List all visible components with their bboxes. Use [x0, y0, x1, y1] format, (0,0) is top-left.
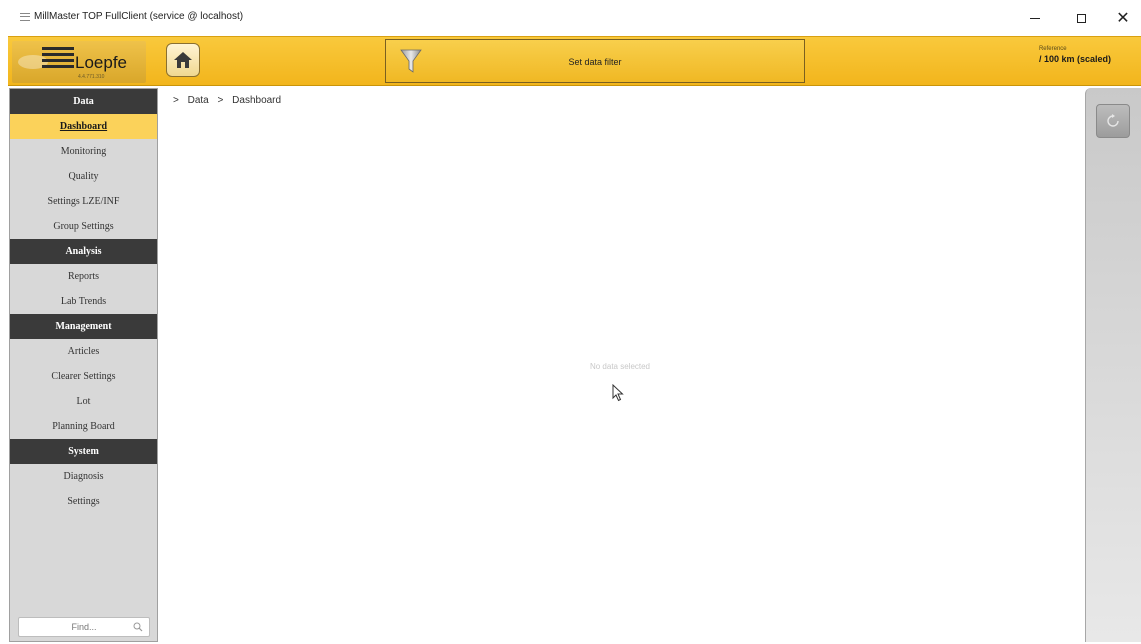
search-icon [133, 622, 143, 632]
nav-item-group-settings[interactable]: Group Settings [10, 214, 157, 239]
brand-name: Loepfe [75, 53, 127, 72]
reference-caption: Reference [1038, 46, 1067, 52]
close-button[interactable]: ✕ [1100, 4, 1141, 32]
home-button[interactable] [166, 43, 200, 77]
version-label: 4.4.771.310 [78, 74, 105, 80]
maximize-button[interactable] [1058, 4, 1104, 32]
breadcrumb-separator: > [217, 95, 224, 106]
sidebar-nav: Data Dashboard Monitoring Quality Settin… [9, 88, 158, 642]
loepfe-logo: Loepfe 4.4.771.310 [12, 41, 146, 83]
right-panel [1085, 88, 1141, 642]
nav-item-articles[interactable]: Articles [10, 339, 157, 364]
reference-display[interactable]: Reference / 100 km (scaled) [1039, 46, 1111, 64]
logo-lines [42, 47, 74, 75]
find-placeholder: Find... [71, 622, 97, 632]
mouse-cursor-icon [612, 384, 624, 402]
minimize-button[interactable] [1012, 4, 1058, 32]
refresh-button[interactable] [1096, 104, 1130, 138]
breadcrumb: > Data > Dashboard [173, 95, 287, 106]
minimize-icon [1030, 17, 1040, 19]
breadcrumb-separator: > [173, 95, 179, 106]
nav-item-clearer-settings[interactable]: Clearer Settings [10, 364, 157, 389]
app-icon [20, 13, 30, 21]
nav-section-data: Data [10, 89, 157, 114]
maximize-icon [1076, 13, 1086, 23]
nav-item-lot[interactable]: Lot [10, 389, 157, 414]
nav-item-settings-lze-inf[interactable]: Settings LZE/INF [10, 189, 157, 214]
set-data-filter-button[interactable]: Set data filter [385, 39, 805, 83]
home-icon [174, 52, 192, 68]
nav-item-settings[interactable]: Settings [10, 489, 157, 514]
nav-item-reports[interactable]: Reports [10, 264, 157, 289]
nav-item-planning-board[interactable]: Planning Board [10, 414, 157, 439]
breadcrumb-item-dashboard: Dashboard [232, 95, 282, 106]
find-input[interactable]: Find... [18, 617, 150, 637]
window-title: MillMaster TOP FullClient (service @ loc… [34, 11, 244, 22]
nav-item-dashboard[interactable]: Dashboard [10, 114, 157, 139]
title-bar: MillMaster TOP FullClient (service @ loc… [0, 0, 1141, 36]
nav-item-monitoring[interactable]: Monitoring [10, 139, 157, 164]
empty-state-message: No data selected [589, 362, 651, 371]
app-window: MillMaster TOP FullClient (service @ loc… [0, 0, 1141, 644]
nav-item-quality[interactable]: Quality [10, 164, 157, 189]
close-icon: ✕ [1116, 10, 1130, 27]
nav-section-analysis: Analysis [10, 239, 157, 264]
breadcrumb-item-data[interactable]: Data [188, 95, 209, 106]
nav-item-lab-trends[interactable]: Lab Trends [10, 289, 157, 314]
refresh-icon [1107, 114, 1119, 127]
nav-section-system: System [10, 439, 157, 464]
app-header: Loepfe 4.4.771.310 Set data filter Refer… [8, 36, 1141, 86]
nav-item-diagnosis[interactable]: Diagnosis [10, 464, 157, 489]
reference-value: / 100 km (scaled) [1038, 54, 1111, 64]
filter-label: Set data filter [568, 57, 622, 67]
nav-section-management: Management [10, 314, 157, 339]
